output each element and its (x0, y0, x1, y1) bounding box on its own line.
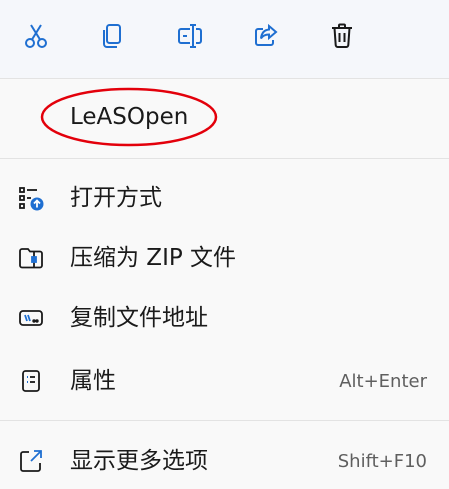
copy-icon (103, 24, 121, 48)
zip-folder-icon (16, 243, 46, 273)
rename-icon (178, 24, 202, 48)
scissors-icon (25, 24, 47, 48)
properties-icon (16, 366, 46, 396)
menu-item-label: 属性 (70, 368, 116, 394)
menu-item-copy-path[interactable]: 复制文件地址 (0, 290, 449, 346)
menu-item-compress-zip[interactable]: 压缩为 ZIP 文件 (0, 230, 449, 286)
section-divider-1 (0, 158, 449, 159)
toolbar-divider (0, 78, 449, 79)
menu-item-shortcut: Shift+F10 (337, 451, 427, 472)
open-with-icon (16, 183, 46, 213)
rename-button[interactable] (170, 16, 210, 56)
delete-button[interactable] (322, 16, 362, 56)
menu-item-label: 显示更多选项 (70, 448, 208, 474)
copy-path-icon (16, 303, 46, 333)
menu-item-properties[interactable]: 属性 Alt+Enter (0, 353, 449, 409)
menu-item-shortcut: Alt+Enter (339, 371, 427, 392)
more-options-icon (16, 446, 46, 476)
section-divider-2 (0, 420, 449, 421)
red-annotation-circle (40, 87, 218, 147)
menu-item-label: 压缩为 ZIP 文件 (70, 245, 237, 271)
copy-button[interactable] (92, 16, 132, 56)
menu-item-label: 打开方式 (70, 185, 162, 211)
context-menu-toolbar (0, 0, 449, 78)
menu-item-show-more-options[interactable]: 显示更多选项 Shift+F10 (0, 433, 449, 489)
trash-icon (332, 23, 352, 48)
share-button[interactable] (246, 16, 286, 56)
menu-item-label: 复制文件地址 (70, 305, 208, 331)
share-icon (255, 23, 278, 46)
menu-item-open-with[interactable]: 打开方式 (0, 170, 449, 226)
cut-button[interactable] (16, 16, 56, 56)
